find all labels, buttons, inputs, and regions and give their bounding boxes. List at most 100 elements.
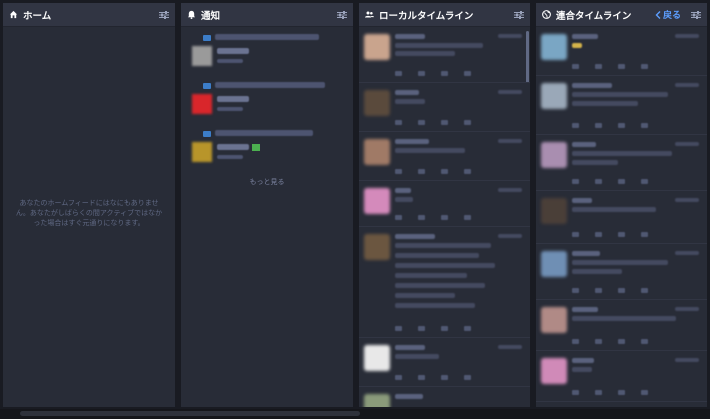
boost-icon[interactable] — [595, 232, 602, 237]
more-icon[interactable] — [464, 71, 471, 76]
favourite-icon[interactable] — [441, 120, 448, 125]
reply-icon[interactable] — [572, 123, 579, 128]
status-item[interactable] — [359, 227, 530, 338]
avatar[interactable] — [541, 198, 567, 224]
more-icon[interactable] — [464, 169, 471, 174]
avatar[interactable] — [364, 394, 390, 407]
federated-timeline-header[interactable]: 連合タイムライン 戻る — [536, 3, 707, 27]
more-icon[interactable] — [464, 326, 471, 331]
load-more-button[interactable]: もっと見る — [181, 175, 353, 187]
reply-icon[interactable] — [395, 169, 402, 174]
notification-item[interactable] — [181, 79, 353, 127]
more-icon[interactable] — [464, 120, 471, 125]
favourite-icon[interactable] — [618, 339, 625, 344]
notification-item[interactable] — [181, 127, 353, 175]
status-item[interactable] — [536, 27, 707, 76]
avatar[interactable] — [364, 234, 390, 260]
reply-icon[interactable] — [572, 232, 579, 237]
status-item[interactable] — [359, 181, 530, 227]
favourite-icon[interactable] — [441, 326, 448, 331]
boost-icon[interactable] — [418, 375, 425, 380]
notifications-column-header[interactable]: 通知 — [181, 3, 353, 27]
boost-icon[interactable] — [595, 123, 602, 128]
sliders-icon[interactable] — [691, 10, 701, 19]
favourite-icon[interactable] — [441, 169, 448, 174]
sliders-icon[interactable] — [514, 10, 524, 19]
sliders-icon[interactable] — [337, 10, 347, 19]
status-item[interactable] — [536, 300, 707, 351]
status-content — [572, 101, 638, 106]
boost-icon[interactable] — [418, 71, 425, 76]
avatar[interactable] — [541, 307, 567, 333]
avatar[interactable] — [541, 142, 567, 168]
reply-icon[interactable] — [572, 64, 579, 69]
more-icon[interactable] — [641, 232, 648, 237]
status-item[interactable] — [359, 387, 530, 407]
favourite-icon[interactable] — [618, 64, 625, 69]
reply-icon[interactable] — [395, 326, 402, 331]
status-item[interactable] — [359, 338, 530, 387]
boost-icon[interactable] — [595, 390, 602, 395]
status-item[interactable] — [536, 76, 707, 135]
favourite-icon[interactable] — [441, 375, 448, 380]
more-icon[interactable] — [641, 339, 648, 344]
more-icon[interactable] — [641, 390, 648, 395]
local-timeline-header[interactable]: ローカルタイムライン — [359, 3, 530, 27]
favourite-icon[interactable] — [618, 123, 625, 128]
reply-icon[interactable] — [572, 179, 579, 184]
reply-icon[interactable] — [572, 390, 579, 395]
favourite-icon[interactable] — [618, 390, 625, 395]
notification-item[interactable] — [181, 31, 353, 79]
more-icon[interactable] — [641, 123, 648, 128]
avatar[interactable] — [364, 34, 390, 60]
avatar[interactable] — [192, 94, 212, 114]
boost-icon[interactable] — [595, 64, 602, 69]
avatar[interactable] — [364, 345, 390, 371]
more-icon[interactable] — [464, 215, 471, 220]
more-icon[interactable] — [464, 375, 471, 380]
reply-icon[interactable] — [572, 288, 579, 293]
status-item[interactable] — [536, 351, 707, 402]
avatar[interactable] — [364, 188, 390, 214]
avatar[interactable] — [541, 34, 567, 60]
status-item[interactable] — [536, 191, 707, 244]
favourite-icon[interactable] — [441, 215, 448, 220]
favourite-icon[interactable] — [441, 71, 448, 76]
reply-icon[interactable] — [572, 339, 579, 344]
avatar[interactable] — [364, 139, 390, 165]
status-item[interactable] — [536, 244, 707, 300]
more-icon[interactable] — [641, 64, 648, 69]
avatar[interactable] — [541, 251, 567, 277]
sliders-icon[interactable] — [159, 10, 169, 19]
horizontal-scrollbar[interactable] — [20, 411, 360, 416]
status-item[interactable] — [359, 27, 530, 83]
favourite-icon[interactable] — [618, 288, 625, 293]
notification-text — [215, 34, 319, 40]
boost-icon[interactable] — [595, 288, 602, 293]
avatar[interactable] — [192, 142, 212, 162]
avatar[interactable] — [192, 46, 212, 66]
status-item[interactable] — [359, 132, 530, 181]
home-column-header[interactable]: ホーム — [3, 3, 175, 27]
status-actions — [395, 169, 471, 174]
boost-icon[interactable] — [418, 120, 425, 125]
more-icon[interactable] — [641, 288, 648, 293]
status-item[interactable] — [359, 83, 530, 132]
more-icon[interactable] — [641, 179, 648, 184]
back-button[interactable]: 戻る — [655, 8, 681, 21]
boost-icon[interactable] — [418, 169, 425, 174]
avatar[interactable] — [541, 358, 567, 384]
favourite-icon[interactable] — [618, 179, 625, 184]
boost-icon[interactable] — [418, 215, 425, 220]
boost-icon[interactable] — [418, 326, 425, 331]
boost-icon[interactable] — [595, 339, 602, 344]
status-item[interactable] — [536, 135, 707, 191]
avatar[interactable] — [364, 90, 390, 116]
boost-icon[interactable] — [595, 179, 602, 184]
favourite-icon[interactable] — [618, 232, 625, 237]
avatar[interactable] — [541, 83, 567, 109]
reply-icon[interactable] — [395, 375, 402, 380]
reply-icon[interactable] — [395, 215, 402, 220]
reply-icon[interactable] — [395, 120, 402, 125]
reply-icon[interactable] — [395, 71, 402, 76]
